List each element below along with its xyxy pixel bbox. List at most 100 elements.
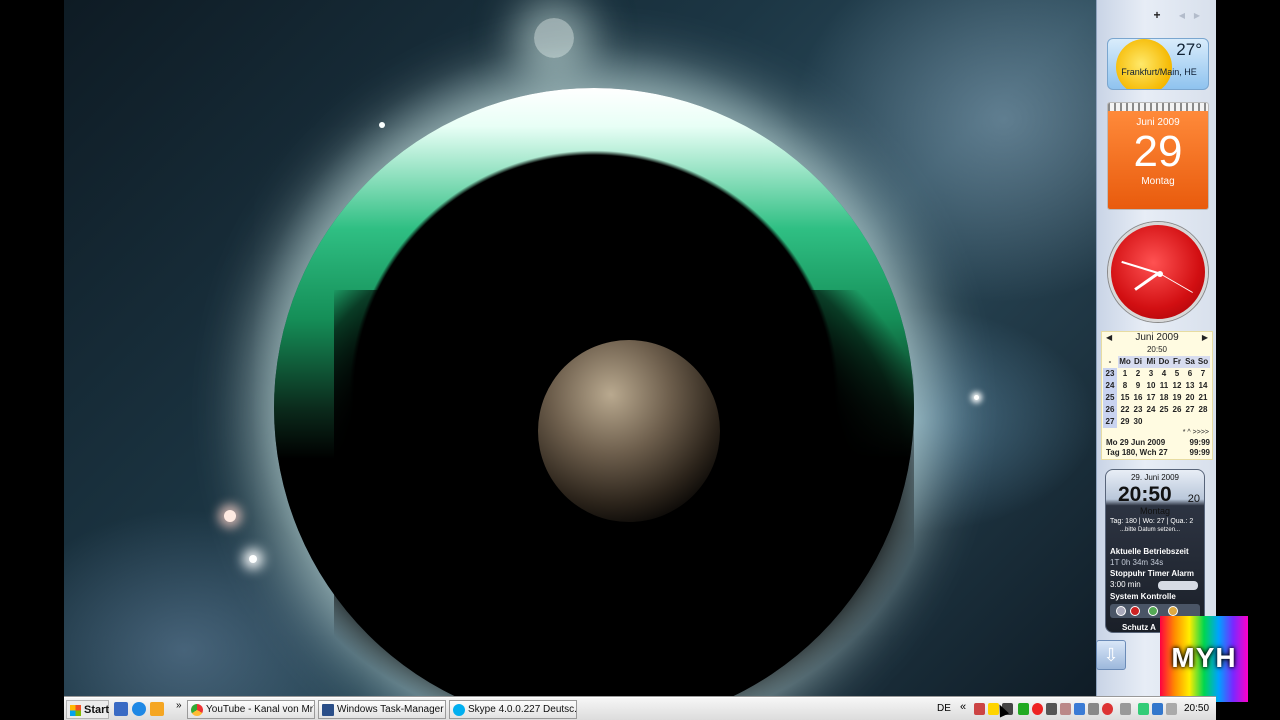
tray-icon[interactable] bbox=[1120, 703, 1131, 715]
language-indicator[interactable]: DE bbox=[937, 703, 951, 714]
tray-icon[interactable] bbox=[1088, 703, 1099, 715]
calendar-day-cell[interactable]: 19 bbox=[1170, 392, 1184, 404]
calendar-gadget[interactable]: Juni 2009 29 Montag bbox=[1107, 102, 1209, 210]
weekday-header: Fr bbox=[1170, 356, 1184, 368]
show-desktop-icon[interactable] bbox=[114, 702, 128, 716]
previous-page-button[interactable]: ◀ bbox=[1175, 11, 1189, 27]
tray-icon[interactable] bbox=[1074, 703, 1085, 715]
media-player-icon[interactable] bbox=[150, 702, 164, 716]
calendar-day-cell[interactable]: 30 bbox=[1131, 416, 1145, 428]
calendar-day-cell[interactable]: 10 bbox=[1144, 380, 1158, 392]
hibernate-icon[interactable] bbox=[1168, 606, 1178, 616]
protection-label: Schutz A bbox=[1122, 623, 1156, 632]
calendar-day-cell[interactable]: 26 bbox=[1170, 404, 1184, 416]
calendar-day-cell[interactable]: 11 bbox=[1157, 380, 1171, 392]
tray-icon[interactable] bbox=[1018, 703, 1029, 715]
system-time: 20:50 bbox=[1118, 483, 1172, 506]
calendar-day-cell[interactable]: 21 bbox=[1196, 392, 1210, 404]
calendar-day-cell[interactable]: 1 bbox=[1118, 368, 1132, 380]
moon bbox=[538, 340, 720, 522]
calendar-day-cell[interactable]: 29 bbox=[1118, 416, 1132, 428]
windows-sidebar: + ◀ ▶ 27° Frankfurt/Main, HE Juni 2009 2… bbox=[1096, 0, 1216, 697]
taskbar-item-skype[interactable]: Skype 4.0.0.227 Deutsc... bbox=[449, 700, 577, 719]
calendar-day-cell[interactable]: 2 bbox=[1131, 368, 1145, 380]
restart-icon[interactable] bbox=[1130, 606, 1140, 616]
calendar-day-cell[interactable]: 9 bbox=[1131, 380, 1145, 392]
calendar-day-cell[interactable]: 8 bbox=[1118, 380, 1132, 392]
tray-icon[interactable] bbox=[974, 703, 985, 715]
star bbox=[224, 510, 236, 522]
calendar-day-cell[interactable]: 17 bbox=[1144, 392, 1158, 404]
taskbar-item-youtube[interactable]: YouTube - Kanal von MrY... bbox=[187, 700, 315, 719]
calendar-day-cell[interactable] bbox=[1196, 416, 1210, 428]
calendar-day-cell[interactable]: 20 bbox=[1183, 392, 1197, 404]
current-date-text: Mo 29 Jun 2009 bbox=[1106, 438, 1166, 447]
calendar-day-cell[interactable] bbox=[1144, 416, 1158, 428]
weekday-header: Mo bbox=[1118, 356, 1132, 368]
tray-icon[interactable] bbox=[1032, 703, 1043, 715]
system-seconds: 20 bbox=[1187, 493, 1200, 505]
temperature: 27° bbox=[1176, 40, 1202, 59]
month-next-button[interactable]: ▶ bbox=[1202, 333, 1208, 342]
shutdown-icon[interactable] bbox=[1116, 606, 1126, 616]
month-calendar-nav[interactable]: * ^ >>>> bbox=[1183, 429, 1209, 436]
calendar-day-cell[interactable]: 4 bbox=[1157, 368, 1171, 380]
calendar-day-cell[interactable]: 16 bbox=[1131, 392, 1145, 404]
calendar-day-cell[interactable]: 7 bbox=[1196, 368, 1210, 380]
calendar-day: 29 bbox=[1133, 127, 1183, 176]
calendar-day-cell[interactable]: 23 bbox=[1131, 404, 1145, 416]
second-hand bbox=[1157, 272, 1193, 293]
add-gadget-button[interactable]: + bbox=[1150, 8, 1164, 24]
taskbar-clock[interactable]: 20:50 bbox=[1184, 703, 1209, 714]
channel-logo: MYH bbox=[1160, 616, 1248, 702]
calendar-day-cell[interactable] bbox=[1183, 416, 1197, 428]
calendar-day-cell[interactable]: 24 bbox=[1144, 404, 1158, 416]
calendar-day-cell[interactable] bbox=[1170, 416, 1184, 428]
taskbar-item-task-manager[interactable]: Windows Task-Manager bbox=[318, 700, 446, 719]
timer-controls[interactable] bbox=[1158, 581, 1198, 590]
calendar-day-cell[interactable]: 18 bbox=[1157, 392, 1171, 404]
start-button[interactable]: Start bbox=[66, 700, 109, 719]
star bbox=[534, 18, 574, 58]
volume-icon[interactable] bbox=[1166, 703, 1177, 715]
system-info-gadget[interactable]: 29. Juni 2009 20:50 20 Montag Tag: 180 |… bbox=[1105, 469, 1205, 633]
calendar-day-cell[interactable]: 5 bbox=[1170, 368, 1184, 380]
star bbox=[379, 122, 385, 128]
calendar-day-cell[interactable]: 6 bbox=[1183, 368, 1197, 380]
week-number: 23 bbox=[1103, 368, 1117, 380]
internet-explorer-icon[interactable] bbox=[132, 702, 146, 716]
network-icon[interactable] bbox=[1152, 703, 1163, 715]
calendar-weekday: Montag bbox=[1141, 176, 1175, 187]
stopwatch-label[interactable]: Stoppuhr Timer Alarm bbox=[1110, 569, 1194, 578]
tray-icon[interactable] bbox=[1046, 703, 1057, 715]
clock-gadget[interactable] bbox=[1108, 222, 1208, 322]
month-prev-button[interactable]: ◀ bbox=[1106, 333, 1112, 342]
calendar-day-cell[interactable]: 3 bbox=[1144, 368, 1158, 380]
calendar-day-cell[interactable]: 28 bbox=[1196, 404, 1210, 416]
weekday-header: Sa bbox=[1183, 356, 1197, 368]
tray-icon[interactable] bbox=[1060, 703, 1071, 715]
calendar-day-cell[interactable]: 13 bbox=[1183, 380, 1197, 392]
month-calendar-gadget[interactable]: ◀ Juni 2009 ▶ 20:50 - Mo Di Mi Do Fr Sa … bbox=[1101, 331, 1213, 460]
calendar-day-cell[interactable] bbox=[1157, 416, 1171, 428]
next-page-button[interactable]: ▶ bbox=[1190, 11, 1204, 27]
skype-icon bbox=[453, 704, 465, 716]
weather-gadget[interactable]: 27° Frankfurt/Main, HE bbox=[1107, 38, 1209, 90]
calendar-day-cell[interactable]: 22 bbox=[1118, 404, 1132, 416]
system-date: 29. Juni 2009 bbox=[1130, 473, 1180, 482]
calendar-day-cell[interactable]: 27 bbox=[1183, 404, 1197, 416]
tray-icon[interactable] bbox=[1138, 703, 1149, 715]
month-calendar-title: Juni 2009 bbox=[1135, 332, 1179, 343]
calendar-day-cell[interactable]: 12 bbox=[1170, 380, 1184, 392]
calendar-day-cell[interactable]: 15 bbox=[1118, 392, 1132, 404]
calendar-day-cell[interactable]: 25 bbox=[1157, 404, 1171, 416]
calendar-day-cell[interactable]: 14 bbox=[1196, 380, 1210, 392]
quicklaunch-more-button[interactable]: » bbox=[176, 700, 182, 711]
tray-icon[interactable] bbox=[1102, 703, 1113, 715]
sidebar-bottom-button[interactable]: ⇩ bbox=[1096, 640, 1126, 670]
standby-icon[interactable] bbox=[1148, 606, 1158, 616]
start-label: Start bbox=[84, 704, 110, 716]
weekday-header: Mi bbox=[1144, 356, 1158, 368]
chrome-icon bbox=[191, 704, 203, 716]
tray-expand-button[interactable]: « bbox=[960, 701, 966, 713]
